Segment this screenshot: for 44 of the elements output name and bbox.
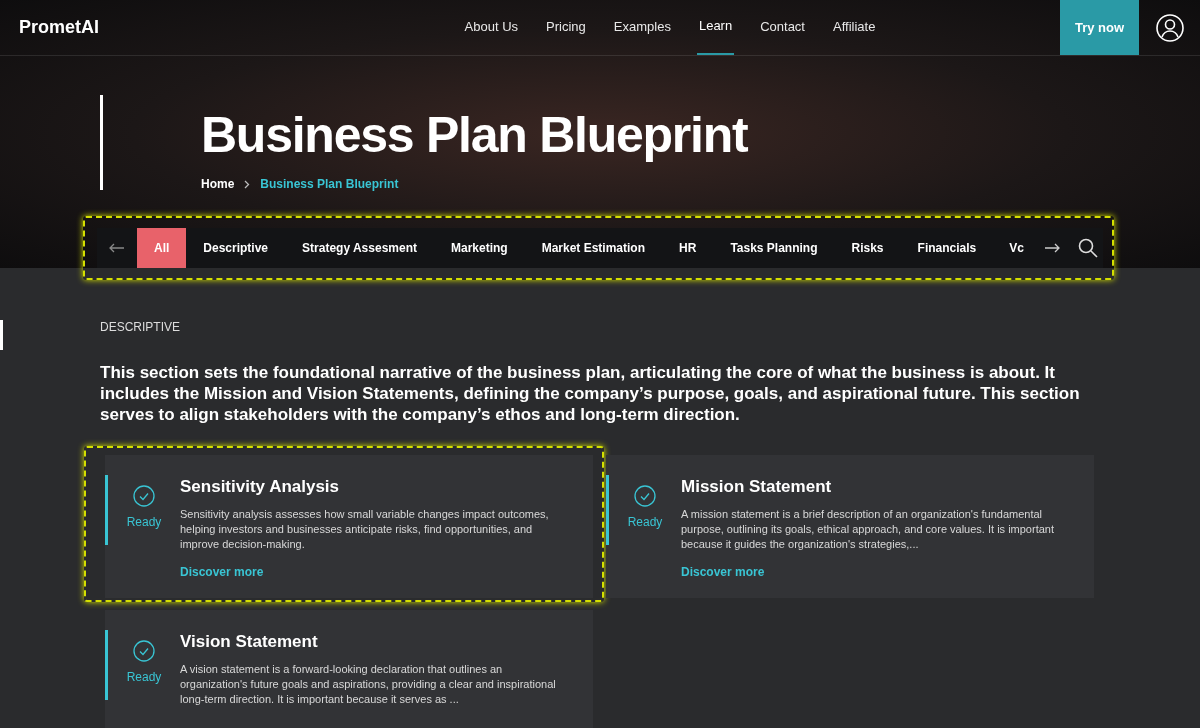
category-tab[interactable]: Market Estimation bbox=[524, 228, 663, 268]
accent-bar bbox=[105, 630, 108, 700]
arrow-right-icon[interactable] bbox=[1044, 243, 1060, 253]
nav-link[interactable]: Learn bbox=[696, 0, 735, 55]
breadcrumb-link[interactable]: Home bbox=[201, 175, 235, 193]
card-description: A mission statement is a brief description of an organization's fundamental purpose, outlining its goals, ethical approach, and core values. It is important because it guides the organization's strategies,... bbox=[681, 507, 1055, 552]
arrow-left-icon[interactable] bbox=[109, 243, 125, 253]
search-icon[interactable] bbox=[1078, 238, 1098, 258]
status-label: Ready bbox=[126, 514, 162, 531]
status-label: Ready bbox=[126, 669, 162, 686]
card-title: Vision Statement bbox=[180, 631, 319, 653]
category-tab[interactable]: Tasks Planning bbox=[713, 228, 835, 268]
category-tab[interactable]: Marketing bbox=[434, 228, 525, 268]
category-tab[interactable]: Financials bbox=[900, 228, 994, 268]
category-tab[interactable]: Descriptive bbox=[186, 228, 286, 268]
status-label: Ready bbox=[627, 514, 663, 531]
nav-link[interactable]: Contact bbox=[758, 0, 807, 55]
card-title: Mission Statement bbox=[681, 476, 833, 498]
card-description: A vision statement is a forward-looking declaration that outlines an organization's future goals and aspirations, providing a clear and inspirational long-term direction. It is important because it serves as ... bbox=[180, 662, 557, 707]
card-title: Sensitivity Analysis bbox=[180, 476, 341, 498]
nav-link[interactable]: About Us bbox=[462, 0, 521, 55]
check-circle-icon bbox=[133, 640, 155, 662]
section-intro: This section sets the foundational narrative of the business plan, articulating the core of what the business is about. It includes the Mission and Vision Statements, defining the company’s purpose, goals, and aspirational future. This section serves to align stakeholders with the company’s ethos and long-term direction. bbox=[100, 362, 1081, 425]
chevron-right-icon bbox=[244, 179, 251, 189]
category-tab[interactable]: Strategy Assesment bbox=[285, 228, 434, 268]
nav-link[interactable]: Affiliate bbox=[831, 0, 878, 55]
check-circle-icon bbox=[133, 485, 155, 507]
user-icon[interactable] bbox=[1155, 13, 1184, 42]
accent-bar bbox=[606, 475, 609, 545]
discover-more-link[interactable]: Discover more bbox=[180, 563, 264, 581]
discover-more-link[interactable]: Discover more bbox=[681, 563, 765, 581]
page-title: Business Plan Blueprint bbox=[201, 106, 748, 165]
check-circle-icon bbox=[634, 485, 656, 507]
accent-bar bbox=[105, 475, 108, 545]
category-tab[interactable]: Risks bbox=[834, 228, 901, 268]
nav-link[interactable]: Examples bbox=[611, 0, 673, 55]
logo[interactable]: PrometAI bbox=[0, 14, 360, 41]
breadcrumb-current: Business Plan Blueprint bbox=[260, 176, 399, 193]
section-heading: DESCRIPTIVE bbox=[100, 319, 181, 336]
side-marker bbox=[0, 320, 3, 350]
category-tab[interactable]: HR bbox=[662, 228, 714, 268]
card-description: Sensitivity analysis assesses how small variable changes impact outcomes, helping investors and businesses anticipate risks, find opportunities, and improve decision-making. bbox=[180, 507, 550, 552]
nav-link[interactable]: Pricing bbox=[544, 0, 588, 55]
category-tab[interactable]: Vc bbox=[993, 228, 1028, 268]
